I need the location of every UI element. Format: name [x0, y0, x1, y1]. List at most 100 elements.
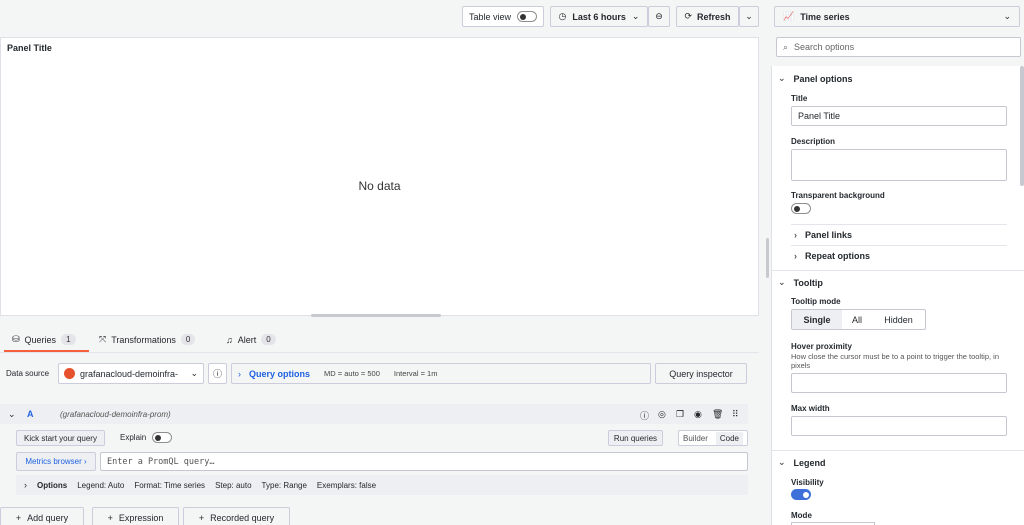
- resize-handle[interactable]: [311, 314, 441, 317]
- metrics-browser-button[interactable]: Metrics browser ›: [16, 452, 96, 471]
- panel-options-header[interactable]: ⌄ Panel options: [778, 73, 853, 84]
- options-label: Options: [37, 480, 68, 490]
- repeat-options-label: Repeat options: [805, 251, 871, 261]
- tab-transformations[interactable]: ⤧ Transformations 0: [99, 334, 196, 345]
- tooltip-mode-single[interactable]: Single: [792, 310, 842, 329]
- options-exemplars: Exemplars: false: [316, 480, 377, 490]
- builder-mode-option[interactable]: Builder: [683, 434, 708, 443]
- tooltip-mode-all[interactable]: All: [842, 315, 872, 325]
- datasource-picker[interactable]: grafanacloud-demoinfra- ⌄: [58, 363, 204, 384]
- metrics-browser-label: Metrics browser ›: [25, 457, 87, 466]
- options-scrollbar[interactable]: [1020, 66, 1024, 186]
- datasource-label: Data source: [6, 369, 50, 378]
- query-inspector-button[interactable]: Query inspector: [655, 363, 747, 384]
- query-ref-id[interactable]: A: [27, 409, 34, 419]
- tooltip-mode-label: Tooltip mode: [791, 297, 841, 306]
- vertical-resize-handle[interactable]: [766, 238, 769, 278]
- max-width-input[interactable]: [791, 416, 1007, 436]
- title-input[interactable]: Panel Title: [791, 106, 1007, 126]
- tabs-divider: [0, 352, 759, 353]
- panel-links-header[interactable]: › Panel links: [794, 230, 852, 240]
- chevron-down-icon: ⌄: [631, 11, 640, 21]
- chevron-right-icon: ›: [238, 368, 241, 379]
- visibility-switch[interactable]: [791, 489, 811, 500]
- editor-mode-toggle[interactable]: Builder Code: [678, 430, 748, 446]
- duplicate-icon[interactable]: ❐: [676, 409, 684, 420]
- hover-proximity-label: Hover proximity: [791, 342, 852, 351]
- recorded-query-button[interactable]: + Recorded query: [183, 507, 290, 525]
- panel-preview: Panel Title No data: [0, 37, 759, 317]
- tooltip-header[interactable]: ⌄ Tooltip: [778, 277, 823, 288]
- tab-queries-count: 1: [61, 334, 76, 345]
- kick-start-label: Kick start your query: [24, 433, 97, 443]
- trash-icon[interactable]: 🗑: [712, 409, 723, 420]
- legend-header[interactable]: ⌄ Legend: [778, 457, 826, 468]
- prometheus-icon: [64, 368, 75, 379]
- visualization-picker[interactable]: 📈 Time series ⌄: [774, 6, 1020, 27]
- copy-icon[interactable]: ◎: [658, 409, 666, 420]
- table-view-switch[interactable]: [517, 11, 538, 22]
- plus-icon: +: [107, 513, 113, 523]
- transform-icon: ⤧: [99, 334, 107, 344]
- chevron-down-icon: ⌄: [778, 457, 786, 467]
- expression-button[interactable]: + Expression: [92, 507, 179, 525]
- tab-queries[interactable]: ⛁ Queries 1: [12, 334, 76, 345]
- visibility-toggle[interactable]: [791, 489, 811, 502]
- run-queries-button[interactable]: Run queries: [608, 430, 663, 446]
- query-options-toggle[interactable]: › Query options MD = auto = 500 Interval…: [231, 363, 651, 384]
- promql-placeholder: Enter a PromQL query…: [107, 456, 215, 467]
- divider: [772, 450, 1024, 451]
- divider: [791, 224, 1007, 225]
- options-row[interactable]: › Options Legend: Auto Format: Time seri…: [16, 475, 748, 495]
- tooltip-mode-hidden[interactable]: Hidden: [872, 315, 925, 325]
- code-mode-option[interactable]: Code: [715, 431, 743, 445]
- visualization-label: Time series: [800, 11, 850, 22]
- search-icon: ⌕: [783, 41, 789, 52]
- database-icon: ⛁: [12, 334, 20, 344]
- title-value: Panel Title: [798, 111, 841, 121]
- plus-icon: +: [198, 513, 205, 523]
- add-query-button[interactable]: + Add query: [0, 507, 84, 525]
- table-view-label: Table view: [469, 11, 512, 22]
- help-icon[interactable]: ⓘ: [640, 409, 649, 422]
- title-label: Title: [791, 94, 808, 103]
- tab-transformations-count: 0: [180, 334, 196, 345]
- description-textarea[interactable]: [791, 149, 1007, 181]
- transparent-bg-toggle[interactable]: [791, 203, 811, 216]
- eye-icon[interactable]: ◉: [694, 409, 702, 420]
- promql-input[interactable]: Enter a PromQL query…: [100, 452, 748, 471]
- explain-toggle[interactable]: Explain: [120, 432, 173, 443]
- query-inspector-label: Query inspector: [669, 368, 733, 379]
- refresh-icon: ⟳: [684, 11, 693, 21]
- bell-icon: ♫: [226, 334, 233, 345]
- zoom-out-icon: ⊖: [655, 11, 663, 21]
- transparent-bg-switch[interactable]: [791, 203, 811, 214]
- max-width-label: Max width: [791, 404, 830, 413]
- options-format: Format: Time series: [134, 480, 206, 490]
- zoom-out-button[interactable]: ⊖: [648, 6, 670, 27]
- query-datasource-name: (grafanacloud-demoinfra-prom): [60, 410, 171, 419]
- kick-start-button[interactable]: Kick start your query: [16, 430, 105, 446]
- datasource-help-button[interactable]: ⓘ: [208, 363, 227, 384]
- hover-proximity-input[interactable]: [791, 373, 1007, 393]
- visibility-label: Visibility: [791, 478, 824, 487]
- chevron-down-icon: ⌄: [1003, 11, 1011, 21]
- query-options-label: Query options: [249, 368, 311, 379]
- repeat-options-header[interactable]: › Repeat options: [794, 251, 870, 261]
- refresh-button[interactable]: ⟳ Refresh: [676, 6, 739, 27]
- drag-handle-icon[interactable]: ⠿: [732, 409, 739, 420]
- options-pane: ⌄ Panel options Title Panel Title Descri…: [771, 66, 1024, 525]
- refresh-interval-dropdown[interactable]: ⌄: [739, 6, 759, 27]
- time-range-picker[interactable]: ◷ Last 6 hours ⌄: [550, 6, 648, 27]
- table-view-toggle[interactable]: Table view: [462, 6, 544, 27]
- run-queries-label: Run queries: [613, 433, 658, 443]
- collapse-icon[interactable]: ⌄: [8, 409, 16, 420]
- chevron-down-icon: ⌄: [745, 11, 753, 21]
- explain-switch[interactable]: [152, 432, 173, 443]
- chevron-right-icon: ›: [794, 230, 797, 240]
- tab-alert[interactable]: ♫ Alert 0: [226, 334, 276, 345]
- time-series-icon: 📈: [783, 11, 795, 21]
- legend-title: Legend: [793, 457, 826, 468]
- search-options-input[interactable]: ⌕ Search options: [776, 37, 1021, 57]
- chevron-down-icon: ⌄: [190, 368, 198, 378]
